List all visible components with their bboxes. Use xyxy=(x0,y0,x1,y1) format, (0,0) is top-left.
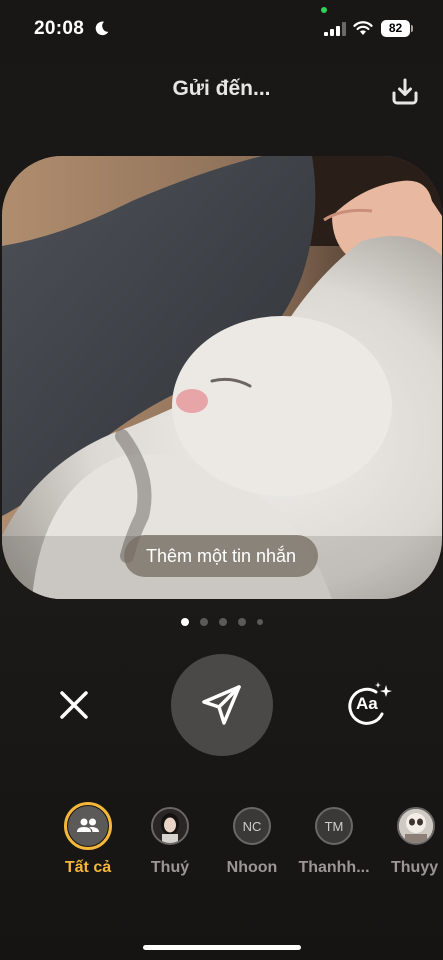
recipient-list: Tất cả Thuý NC Nhoon TM Thanhh... Thuyy xyxy=(0,802,443,882)
send-icon xyxy=(202,685,241,725)
page-title: Gửi đến... xyxy=(172,77,271,100)
avatar-ring: NC xyxy=(228,802,276,850)
privacy-indicator xyxy=(321,7,327,13)
pager-dot[interactable] xyxy=(180,618,189,626)
send-button[interactable] xyxy=(171,654,273,756)
pager-dot[interactable] xyxy=(218,618,227,626)
avatar-initials: TM xyxy=(315,807,353,845)
avatar-ring xyxy=(392,802,440,850)
status-time: 20:08 xyxy=(34,18,85,39)
avatar xyxy=(68,806,108,846)
recipient-name: Thanhh... xyxy=(298,859,370,876)
avatar-ring xyxy=(64,802,112,850)
close-icon xyxy=(60,691,88,719)
recipient-thanhh[interactable]: TM Thanhh... xyxy=(289,802,379,877)
pager-dots xyxy=(0,617,443,627)
photo-preview xyxy=(2,156,442,599)
recipient-thuyy[interactable]: Thuyy xyxy=(371,802,443,877)
pager-dot[interactable] xyxy=(199,618,208,626)
pager-dot[interactable] xyxy=(237,618,246,626)
avatar-ring xyxy=(146,802,194,850)
close-button[interactable] xyxy=(52,683,96,727)
home-indicator[interactable] xyxy=(143,945,301,950)
battery-tip xyxy=(411,25,413,32)
avatar xyxy=(151,807,189,845)
status-bar: 20:08 82 xyxy=(0,0,443,58)
battery-level: 82 xyxy=(381,20,410,37)
avatar-initials: NC xyxy=(233,807,271,845)
recipient-all[interactable]: Tất cả xyxy=(43,802,133,877)
moon-icon xyxy=(95,21,109,36)
recipient-name: Thuyy xyxy=(391,859,439,876)
group-icon xyxy=(77,818,99,832)
avatar-ring: TM xyxy=(310,802,358,850)
text-style-button[interactable]: Aa xyxy=(342,680,396,728)
add-message-input[interactable]: Thêm một tin nhắn xyxy=(124,535,318,577)
profile-photo xyxy=(399,809,433,843)
recipient-name: Tất cả xyxy=(64,859,112,876)
recipient-nhoon[interactable]: NC Nhoon xyxy=(207,802,297,877)
download-icon xyxy=(392,78,418,105)
avatar xyxy=(397,807,435,845)
wifi-icon xyxy=(353,21,373,35)
download-button[interactable] xyxy=(388,76,422,108)
recipient-thuy[interactable]: Thuý xyxy=(125,802,215,877)
cellular-signal-icon xyxy=(324,22,346,36)
text-style-label: Aa xyxy=(356,694,378,713)
recipient-name: Thuý xyxy=(150,859,190,876)
pager-dot[interactable] xyxy=(256,619,263,625)
recipient-name: Nhoon xyxy=(226,859,278,876)
cat-photo xyxy=(2,156,442,599)
profile-photo xyxy=(153,809,187,843)
